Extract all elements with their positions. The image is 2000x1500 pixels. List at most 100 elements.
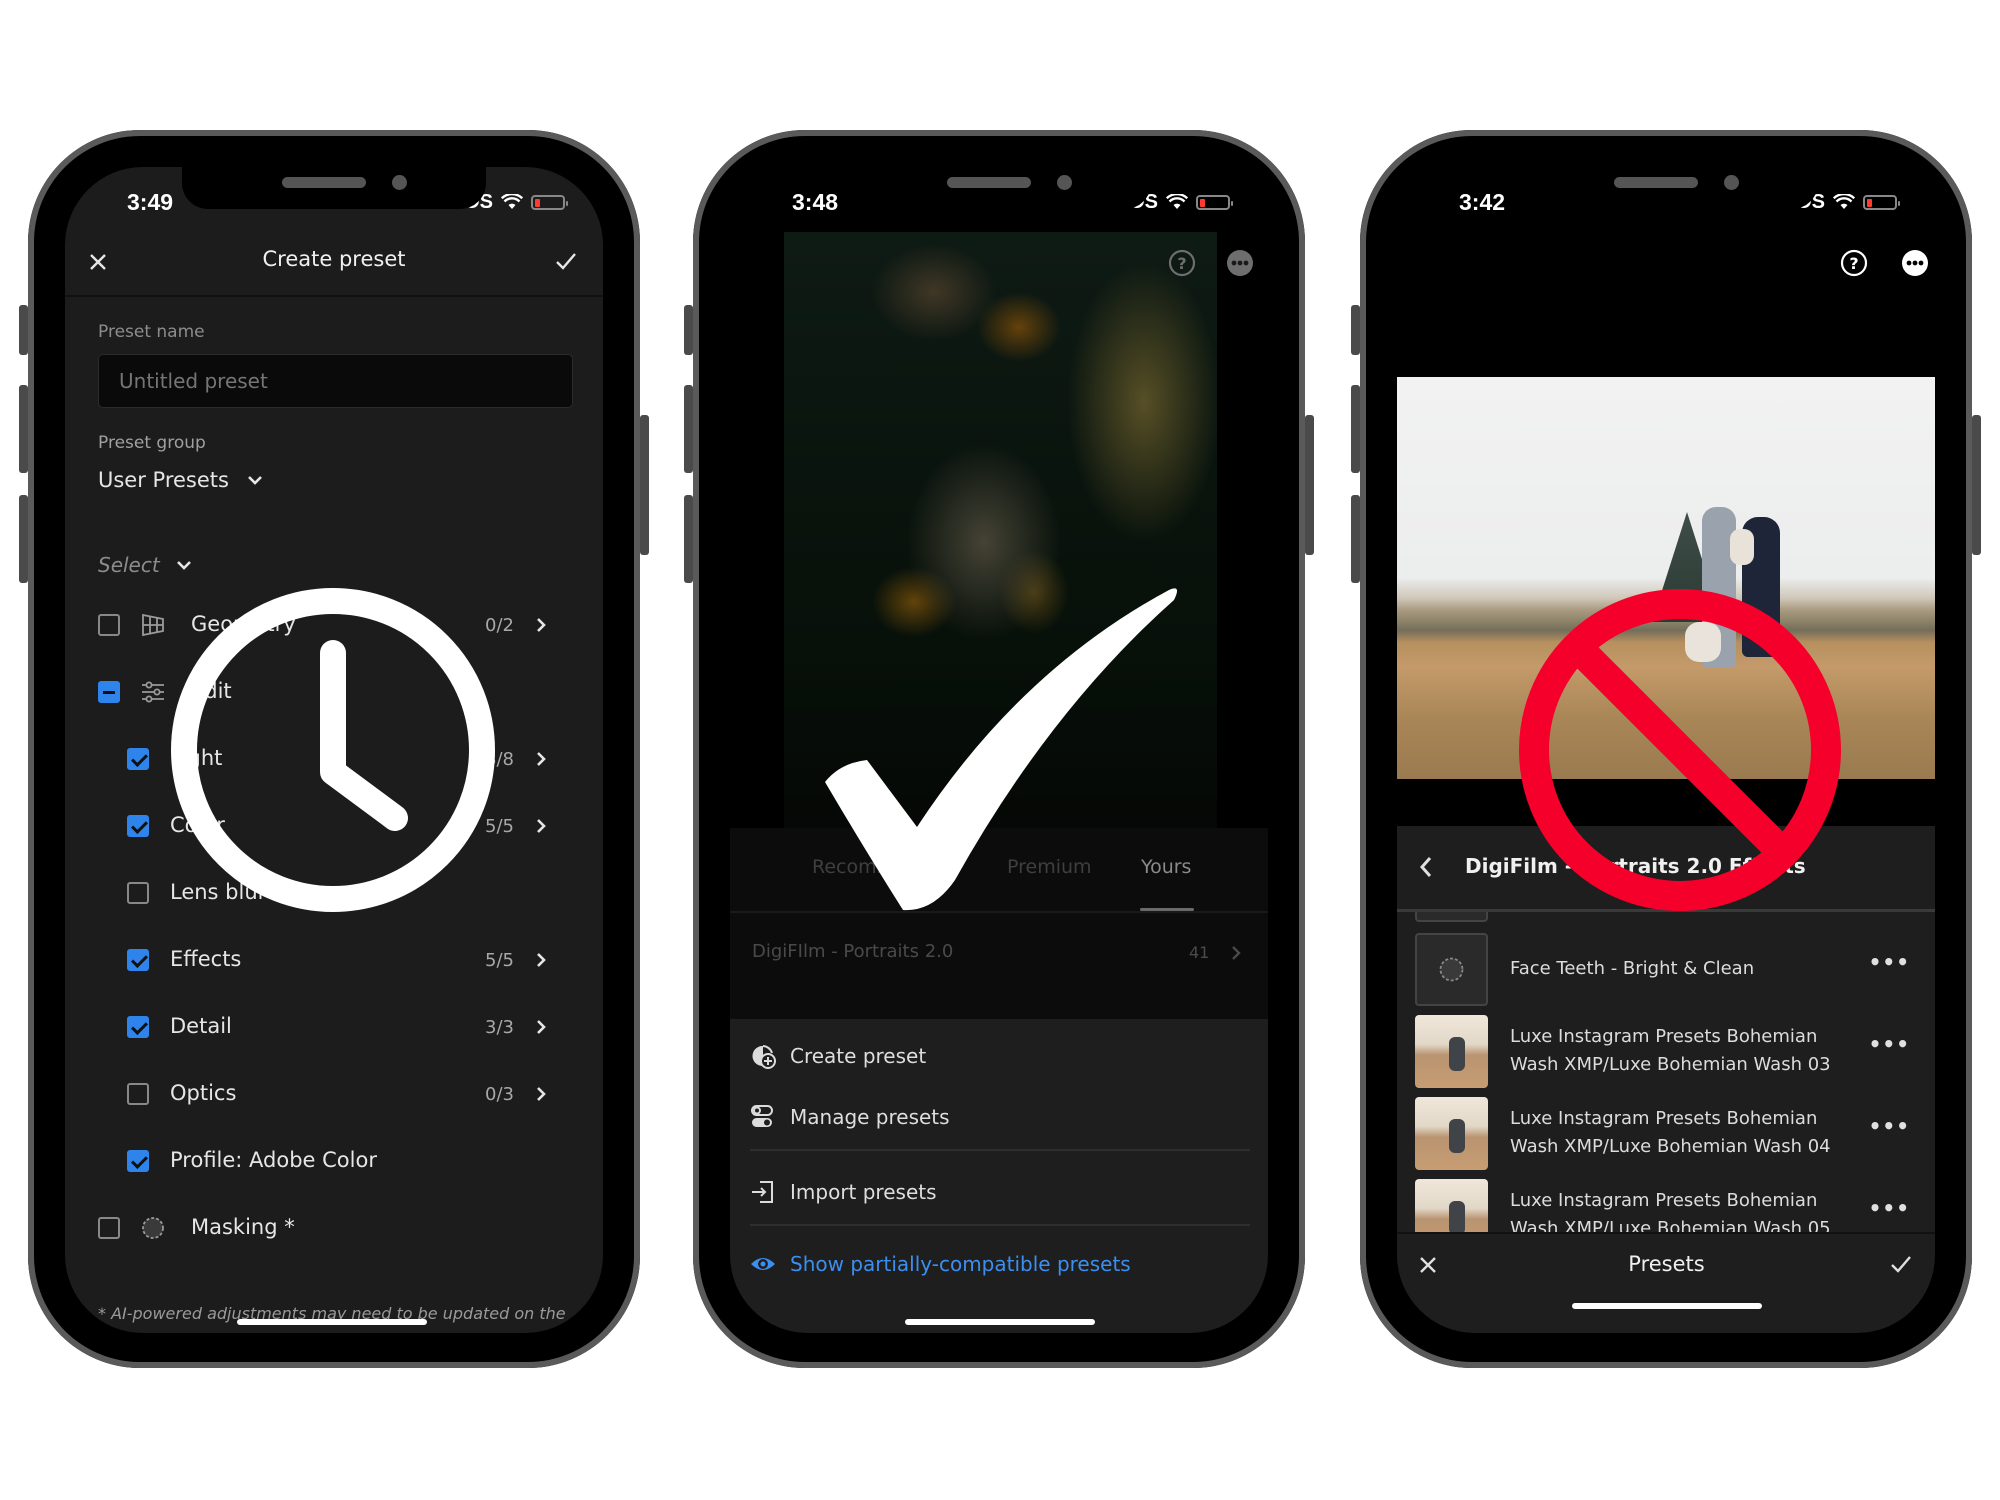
status-time: 3:42 [1459, 189, 1506, 215]
preset-group-value: User Presets [98, 468, 229, 492]
notch [1514, 167, 1818, 209]
bottom-bar-title: Presets [1628, 1252, 1705, 1276]
battery-icon [1196, 194, 1233, 210]
preset-row[interactable]: Luxe Instagram Presets Bohemian Wash XMP/… [1397, 1092, 1935, 1174]
masking-icon [1439, 957, 1464, 982]
preset-name-input[interactable] [98, 354, 573, 408]
checkbox[interactable] [127, 882, 149, 904]
volume-up-button [1351, 385, 1360, 473]
back-icon[interactable] [1419, 856, 1433, 878]
volume-down-button [19, 495, 28, 583]
notch [182, 167, 486, 209]
preset-name-line: Wash XMP/Luxe Bohemian Wash 04 [1510, 1136, 1831, 1157]
preset-row[interactable]: Luxe Instagram Presets Bohemian Wash XMP/… [1397, 1174, 1935, 1232]
chevron-down-icon [176, 561, 191, 570]
volume-up-button [684, 385, 693, 473]
preset-row[interactable]: Luxe Instagram Presets Bohemian Wash XMP/… [1397, 1010, 1935, 1092]
preset-thumbnail [1415, 933, 1488, 1006]
more-options-icon[interactable]: ••• [1869, 1114, 1910, 1138]
preset-list: Face Teeth - Bright & Clean ••• Luxe Insta… [1397, 912, 1935, 1232]
adjustment-count: 0/3 [485, 1084, 514, 1105]
select-label: Select [98, 553, 160, 577]
chevron-right-icon[interactable] [536, 1019, 546, 1035]
adjustment-row[interactable]: Optics 0/3 [65, 1069, 603, 1119]
preset-name-line: Wash XMP/Luxe Bohemian Wash 05 [1510, 1218, 1831, 1232]
checkbox[interactable] [127, 1150, 149, 1172]
chevron-right-icon[interactable] [536, 952, 546, 968]
battery-icon [1863, 194, 1900, 210]
adjustment-row[interactable]: Profile: Adobe Color [65, 1136, 603, 1186]
checkbox[interactable] [98, 614, 120, 636]
status-time: 3:48 [792, 189, 839, 215]
import-presets-item[interactable]: Import presets [750, 1179, 937, 1205]
volume-up-button [19, 385, 28, 473]
checkbox[interactable] [98, 1217, 120, 1239]
preset-row[interactable]: Face Teeth - Bright & Clean ••• [1397, 928, 1935, 1010]
adjustment-label: Optics [170, 1081, 237, 1105]
geometry-grid-icon [142, 613, 164, 637]
more-icon[interactable] [1226, 249, 1254, 277]
volume-down-button [1351, 495, 1360, 583]
create-preset-icon [752, 1045, 776, 1069]
sliders-icon [142, 681, 164, 703]
menu-divider [750, 1224, 1250, 1226]
import-icon [752, 1181, 773, 1203]
show-partially-compatible-item[interactable]: Show partially-compatible presets [750, 1251, 1131, 1277]
power-button [640, 415, 649, 555]
show-partially-compatible-label: Show partially-compatible presets [790, 1252, 1131, 1276]
svg-text:?: ? [1849, 254, 1858, 273]
preset-thumbnail [1415, 912, 1488, 922]
preset-name-line: Luxe Instagram Presets Bohemian [1510, 1108, 1818, 1129]
checkbox[interactable] [127, 815, 149, 837]
select-dropdown[interactable]: Select [98, 553, 192, 577]
preset-name: Luxe Instagram Presets Bohemian Wash XMP/… [1510, 1105, 1831, 1161]
chevron-right-icon[interactable] [536, 751, 546, 767]
preset-thumbnail [1415, 1097, 1488, 1170]
help-icon[interactable]: ? [1168, 249, 1196, 277]
import-presets-label: Import presets [790, 1180, 937, 1204]
more-icon[interactable] [1901, 249, 1929, 277]
wifi-icon [1166, 194, 1188, 209]
adjustment-label: Profile: Adobe Color [170, 1148, 377, 1172]
mute-switch [684, 305, 693, 355]
more-options-icon[interactable]: ••• [1869, 950, 1910, 974]
manage-presets-item[interactable]: Manage presets [750, 1104, 950, 1130]
checkbox[interactable] [127, 1016, 149, 1038]
bottom-bar: Presets [1397, 1232, 1935, 1333]
checkmark-icon[interactable] [1890, 1254, 1912, 1274]
more-options-icon[interactable]: ••• [1869, 1032, 1910, 1056]
adjustment-row[interactable]: Detail 3/3 [65, 1002, 603, 1052]
chevron-right-icon[interactable] [536, 818, 546, 834]
checkbox[interactable] [127, 1083, 149, 1105]
power-button [1305, 415, 1314, 555]
checkbox[interactable] [127, 748, 149, 770]
preset-thumbnail [1415, 1015, 1488, 1088]
preset-name-line: Luxe Instagram Presets Bohemian [1510, 1026, 1818, 1047]
chevron-right-icon[interactable] [536, 617, 546, 633]
adjustment-row[interactable]: Effects 5/5 [65, 935, 603, 985]
adjustment-label: Masking * [191, 1215, 295, 1239]
page-title: Create preset [262, 247, 406, 271]
wifi-icon [1833, 194, 1855, 209]
create-preset-item[interactable]: Create preset [750, 1043, 926, 1069]
prohibited-icon [1519, 589, 1841, 911]
preset-name-line: Wash XMP/Luxe Bohemian Wash 03 [1510, 1054, 1831, 1075]
status-time: 3:49 [127, 189, 174, 215]
chevron-right-icon[interactable] [536, 1086, 546, 1102]
checkbox[interactable] [98, 681, 120, 703]
adjustment-count: 5/5 [485, 950, 514, 971]
checkmark-icon[interactable] [555, 251, 577, 271]
adjustment-row[interactable]: Masking * [65, 1203, 603, 1253]
chevron-right-icon [1232, 946, 1241, 960]
preset-name: Luxe Instagram Presets Bohemian Wash XMP/… [1510, 1187, 1831, 1232]
help-icon[interactable]: ? [1840, 249, 1868, 277]
home-indicator [237, 1319, 427, 1325]
menu-divider [750, 1149, 1250, 1151]
preset-group-dropdown[interactable]: User Presets [98, 468, 263, 492]
checkbox[interactable] [127, 949, 149, 971]
more-options-icon[interactable]: ••• [1869, 1196, 1910, 1220]
eye-icon [751, 1258, 775, 1270]
notch [847, 167, 1151, 209]
header-bar: Create preset [65, 227, 603, 297]
mute-switch [1351, 305, 1360, 355]
